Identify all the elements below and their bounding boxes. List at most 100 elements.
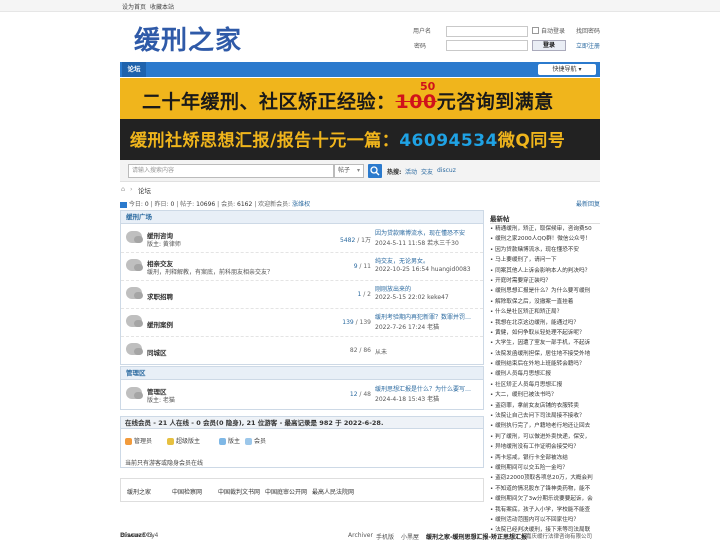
top-bar: 设为首页 收藏本站 [0,0,720,12]
search-button[interactable] [368,164,382,178]
latest-post-item[interactable]: • 不知道的情况股东了锋神类药物，能不 [490,484,600,494]
register-link[interactable]: 立即注册 [576,41,600,50]
section-title[interactable]: 缓刑广场 [121,211,483,224]
latest-post-item[interactable]: • 解除取保之后，没撤案一直挂着 [490,297,600,307]
latest-post-item[interactable]: • 缓刑执行完了，户籍地老行地还让回去 [490,421,600,431]
forum-posts: 139 [359,319,371,326]
latest-post-item[interactable]: • 盗窃罪，拿前女友店铺的衣服转卖 [490,401,600,411]
friend-links: 缓刑之家 中国检察网 中国裁判文书网 中国庭审公开网 最高人民法院网 [120,478,484,502]
latest-post-item[interactable]: • 判了缓刑，可以做进外卖快递，保安， [490,432,600,442]
admin-icon [125,438,132,445]
forum-row[interactable]: 同城区 82 / 86 从未 [121,337,483,365]
latest-post-item[interactable]: • 异地缓刑没有工作证明会接受吗？ [490,442,600,452]
last-post-title[interactable]: 缓刑思想汇报是什么？为什么要写… [375,384,475,393]
friend-link[interactable]: 缓刑之家 [127,487,151,496]
hot-search-link[interactable]: 交友 [421,167,433,176]
bookmark-link[interactable]: 收藏本站 [150,2,174,11]
home-icon[interactable]: ⌂ [121,185,125,193]
stat-members-label: 会员: [221,201,236,208]
forum-row[interactable]: 相亲交友 缓刑，刑释解教，有案底，前科朋友相亲交友？ 9 / 11 纯交友，无论… [121,253,483,281]
latest-post-item[interactable]: • 缓刑之家2000人QQ群！微信公众号！ [490,234,600,244]
site-logo[interactable]: 缓刑之家 [134,20,242,57]
nav-forum[interactable]: 论坛 [122,62,146,77]
quick-nav-button[interactable]: 快捷导航 ▾ [538,64,596,75]
latest-post-item[interactable]: • 法院发函缓刑担保，居住地不接受外地 [490,349,600,359]
latest-post-item[interactable]: • 盗窃22000顶取各项总20万，大概会判 [490,473,600,483]
footer-link[interactable]: 手机版 [376,532,394,540]
forum-name[interactable]: 求职招聘 [147,291,173,301]
forgot-password-link[interactable]: 找回密码 [576,26,600,35]
auto-login-checkbox[interactable] [532,27,539,34]
stats-icon [120,201,127,208]
latest-post-item[interactable]: • 马上要缓刑了，请问一下 [490,255,600,265]
forum-row[interactable]: 缓刑案例 139 / 139 缓刑考验期内再犯新罪？数罪并罚… 2022-7-2… [121,309,483,337]
latest-post-item[interactable]: • 社区矫正人员每月思想汇报 [490,380,600,390]
online-members: 在线会员 - 21 人在线 - 0 会员(0 隐身), 21 位游客 - 最高记… [120,416,484,468]
last-post-title[interactable]: 刚刚放出来的 [375,284,475,293]
forum-row[interactable]: 求职招聘 1 / 2 刚刚放出来的 2022-5-15 22:02 keke47 [121,281,483,309]
latest-post-item[interactable]: • 同案其他人上诉会影响本人的判决吗？ [490,266,600,276]
forum-name[interactable]: 缓刑案例 [147,319,173,329]
password-input[interactable] [446,40,528,51]
login-button[interactable]: 登录 [532,40,566,51]
forum-row[interactable]: 缓刑咨询 版主: 黄律师 5482 / 1万 因为贷款赌博流水，现在懂恐不安 2… [121,225,483,253]
footer-link[interactable]: 小黑屋 [401,532,419,540]
search-input[interactable]: 请输入搜索内容 [128,164,334,178]
latest-post-item[interactable]: • 缓刑期间可以交五险一金吗？ [490,463,600,473]
newest-member-link[interactable]: 涨维权 [292,201,310,208]
latest-post-item[interactable]: • 缓刑结束后在外地上班能转会籍吗？ [490,359,600,369]
latest-post-item[interactable]: • 什么是社区矫正和矫正局？ [490,307,600,317]
latest-post-item[interactable]: • 大二，缓刑已被法书吗？ [490,390,600,400]
legend-member: 会员 [245,436,266,445]
footer-site-name[interactable]: 缓刑之家-缓刑思想汇报-矫正思想汇报 [426,532,527,540]
stat-today: 0 [144,201,149,208]
latest-post-item[interactable]: • 法院让自己去问下司法局接不接收？ [490,411,600,421]
forum-posts: 2 [367,291,371,298]
latest-post-item[interactable]: • 缓刑思想汇报是什么？为什么要写缓刑 [490,286,600,296]
latest-posts-panel: 最新帖 • 精通缓刑，矫正，取保候审，咨询费50 • 缓刑之家2000人QQ群！微… [490,213,600,536]
forum-name[interactable]: 同城区 [147,347,167,357]
latest-post-item[interactable]: • 我想在北京这边缓刑，能通过吗？ [490,318,600,328]
hot-search-link[interactable]: discuz [437,167,456,174]
forum-icon [126,259,143,271]
latest-posts-title: 最新帖 [490,213,600,224]
password-label: 密码 [414,43,427,50]
breadcrumb-current[interactable]: 论坛 [138,185,151,195]
latest-post-item[interactable]: • 缓刑人员每月思想汇报 [490,369,600,379]
latest-post-item[interactable]: • 黄健，如何争取从轻处理不起诉呢？ [490,328,600,338]
friend-link[interactable]: 中国庭审公开网 [265,487,307,496]
latest-post-item[interactable]: • 两卡惩戒，银行卡全部被冻结 [490,453,600,463]
latest-post-item[interactable]: • 开庭时需要穿正装吗？ [490,276,600,286]
username-input[interactable] [446,26,528,37]
last-post-title[interactable]: 纯交友，无论男女。 [375,256,475,265]
breadcrumb: ⌂ › 论坛 [120,185,600,197]
latest-post-item[interactable]: • 大学生，因遭了室友一部手机，不起诉 [490,338,600,348]
last-post-title[interactable]: 因为贷款赌博流水，现在懂恐不安 [375,228,475,237]
footer-link[interactable]: Archiver [348,532,373,539]
set-home-link[interactable]: 设为首页 [122,2,146,11]
latest-post-item[interactable]: • 我有案底，孩子入小学，学校能不能查 [490,505,600,515]
banner-qq: 46094534 [399,131,498,151]
friend-link[interactable]: 中国检察网 [172,487,202,496]
stat-yesterday: 0 [170,201,175,208]
latest-post-item[interactable]: • 缓刑期间欠了3w分期乐说要要起诉，会 [490,494,600,504]
online-title[interactable]: 在线会员 - 21 人在线 - 0 会员(0 隐身), 21 位游客 - 最高记… [121,417,483,429]
mod-icon [219,438,226,445]
ad-banner[interactable]: 50 二十年缓刑、社区矫正经验：100元咨询到满意 缓刑社矫思想汇报/报告十元一… [120,78,600,160]
search-scope-select[interactable]: 帖子 ▾ [334,164,364,178]
forum-icon [126,387,143,399]
last-post-title[interactable]: 缓刑考验期内再犯新罪？数罪并罚… [375,312,475,321]
friend-link[interactable]: 中国裁判文书网 [218,487,260,496]
forum-count: 82 / 86 [349,347,371,354]
forum-row[interactable]: 管理区 版主: 老猫 12 / 48 缓刑思想汇报是什么？为什么要写… 2024… [121,381,483,409]
hot-search-link[interactable]: 活动 [405,167,417,176]
latest-post-item[interactable]: • 精通缓刑，矫正，取保候审，咨询费50 [490,224,600,234]
section-title[interactable]: 管理区 [121,367,483,380]
latest-reply-link[interactable]: 最新回复 [576,199,600,208]
forum-threads: 12 [349,391,358,398]
latest-post-item[interactable]: • 缓刑活动范围内可以不回家住吗？ [490,515,600,525]
forum-count: 9 / 11 [353,263,371,270]
latest-post-item[interactable]: • 因为贷款赌博流水，现在懂恐不安 [490,245,600,255]
forum-description: 缓刑，刑释解教，有案底，前科朋友相亲交友？ [147,269,274,276]
friend-link[interactable]: 最高人民法院网 [312,487,354,496]
